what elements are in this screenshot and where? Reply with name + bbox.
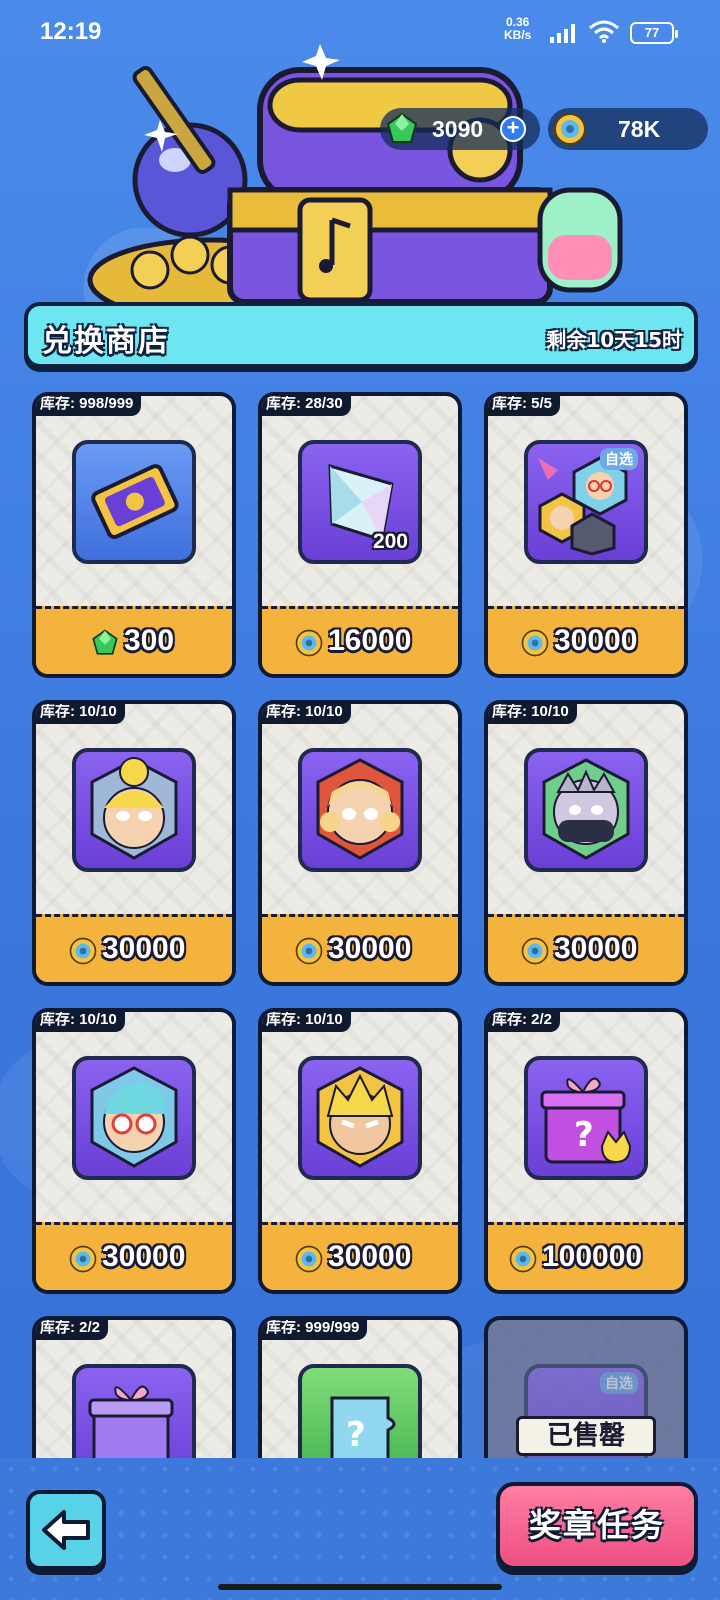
- price-value: 30000: [328, 932, 412, 965]
- price-bar[interactable]: 100000: [488, 1222, 684, 1290]
- item-quantity: 200: [372, 530, 408, 553]
- shop-item-card[interactable]: 库存: 5/5 自选 30000: [484, 392, 688, 678]
- coin-icon: [509, 1245, 537, 1273]
- shop-item-card[interactable]: 库存: 2/2 ? 100000: [484, 1008, 688, 1294]
- price-bar[interactable]: 30000: [262, 914, 458, 982]
- shop-item-card-sold-out: 自选 已售罄: [484, 1316, 688, 1458]
- back-button[interactable]: [26, 1490, 106, 1570]
- battery-indicator: 77: [630, 22, 678, 44]
- stock-label: 库存: 10/10: [262, 704, 351, 724]
- ninja-avatar-icon: [524, 748, 648, 872]
- mystery-gift-icon: [72, 1364, 196, 1458]
- shop-item-card[interactable]: 库存: 2/2: [32, 1316, 236, 1458]
- ticket-icon: [72, 440, 196, 564]
- treasure-chest-banner: [87, 44, 623, 302]
- price-value: 16000: [328, 624, 412, 657]
- status-bar: 12:19 0.36 KB/s 77: [0, 0, 720, 64]
- mystery-puzzle-icon: ?: [298, 1364, 422, 1458]
- shop-item-card[interactable]: 库存: 998/999 300: [32, 392, 236, 678]
- price-bar[interactable]: 30000: [262, 1222, 458, 1290]
- shop-item-card[interactable]: 库存: 10/10 30000: [258, 700, 462, 986]
- shop-item-grid: 库存: 998/999 300 库存: 28/30 200 16000 库存: …: [0, 392, 720, 1458]
- medal-tasks-button[interactable]: 奖章任务: [496, 1482, 698, 1570]
- spiky-hair-avatar-icon: [298, 1056, 422, 1180]
- gem-balance: 3090 +: [380, 108, 540, 150]
- crystal-icon: 200: [298, 440, 422, 564]
- glasses-avatar-icon: [72, 1056, 196, 1180]
- stock-label: 库存: 2/2: [488, 1012, 561, 1032]
- status-time: 12:19: [40, 18, 102, 45]
- price-value: 30000: [554, 624, 638, 657]
- coin-icon: [69, 937, 97, 965]
- home-indicator[interactable]: [218, 1584, 502, 1590]
- gem-icon: [92, 629, 118, 655]
- coin-icon: [521, 629, 549, 657]
- add-gems-button[interactable]: +: [500, 116, 526, 142]
- shop-item-card[interactable]: 库存: 10/10 30000: [32, 1008, 236, 1294]
- coin-icon: [69, 1245, 97, 1273]
- coin-icon: [295, 629, 323, 657]
- network-speed-unit: KB/s: [504, 28, 532, 42]
- shop-item-card[interactable]: 库存: 28/30 200 16000: [258, 392, 462, 678]
- svg-text:?: ?: [346, 1415, 366, 1455]
- price-value: 30000: [554, 932, 638, 965]
- price-bar[interactable]: 30000: [36, 914, 232, 982]
- stock-label: 库存: 10/10: [262, 1012, 351, 1032]
- coin-icon: [295, 937, 323, 965]
- price-value: 100000: [542, 1240, 643, 1273]
- stock-label: 库存: 998/999: [36, 396, 142, 416]
- stock-label: 库存: 999/999: [262, 1320, 368, 1340]
- blonde-pigtails-avatar-icon: [298, 748, 422, 872]
- stock-label: 库存: 10/10: [488, 704, 577, 724]
- stock-label: 库存: 5/5: [488, 396, 561, 416]
- shop-remaining-time: 剩余10天15时: [546, 328, 682, 352]
- back-arrow-icon: [42, 1510, 90, 1550]
- stock-label: 库存: 10/10: [36, 704, 125, 724]
- shop-title: 兑换商店: [42, 324, 170, 359]
- blonde-bun-avatar-icon: [72, 748, 196, 872]
- signal-icon: [550, 24, 575, 43]
- stock-label: 库存: 2/2: [36, 1320, 109, 1340]
- price-bar[interactable]: 30000: [488, 914, 684, 982]
- coin-icon: [521, 937, 549, 965]
- coin-icon: [295, 1245, 323, 1273]
- gem-icon: [386, 112, 418, 143]
- avatar-pack-icon: 自选: [524, 440, 648, 564]
- network-speed: 0.36 KB/s: [504, 16, 531, 42]
- stock-label: 库存: 28/30: [262, 396, 351, 416]
- price-value: 30000: [328, 1240, 412, 1273]
- shop-title-bar: 兑换商店 剩余10天15时: [24, 302, 698, 368]
- price-bar[interactable]: 300: [36, 606, 232, 674]
- shop-item-card[interactable]: 库存: 999/999 ?: [258, 1316, 462, 1458]
- shop-item-card[interactable]: 库存: 10/10 30000: [258, 1008, 462, 1294]
- price-value: 300: [124, 624, 175, 657]
- stock-label: 库存: 10/10: [36, 1012, 125, 1032]
- shop-item-card[interactable]: 库存: 10/10 30000: [32, 700, 236, 986]
- mystery-gift-icon: ?: [524, 1056, 648, 1180]
- selectable-tag: 自选: [600, 448, 638, 470]
- coin-balance: 78K: [548, 108, 708, 150]
- sold-out-label: 已售罄: [516, 1416, 656, 1456]
- wifi-icon: [589, 20, 619, 43]
- price-value: 30000: [102, 932, 186, 965]
- coin-count: 78K: [618, 116, 661, 142]
- svg-text:?: ?: [574, 1115, 594, 1155]
- price-bar[interactable]: 30000: [36, 1222, 232, 1290]
- price-bar[interactable]: 30000: [488, 606, 684, 674]
- price-value: 30000: [102, 1240, 186, 1273]
- selectable-tag: 自选: [600, 1372, 638, 1394]
- shop-item-card[interactable]: 库存: 10/10 30000: [484, 700, 688, 986]
- coin-icon: [554, 113, 586, 145]
- gem-count: 3090: [432, 116, 484, 142]
- price-bar[interactable]: 16000: [262, 606, 458, 674]
